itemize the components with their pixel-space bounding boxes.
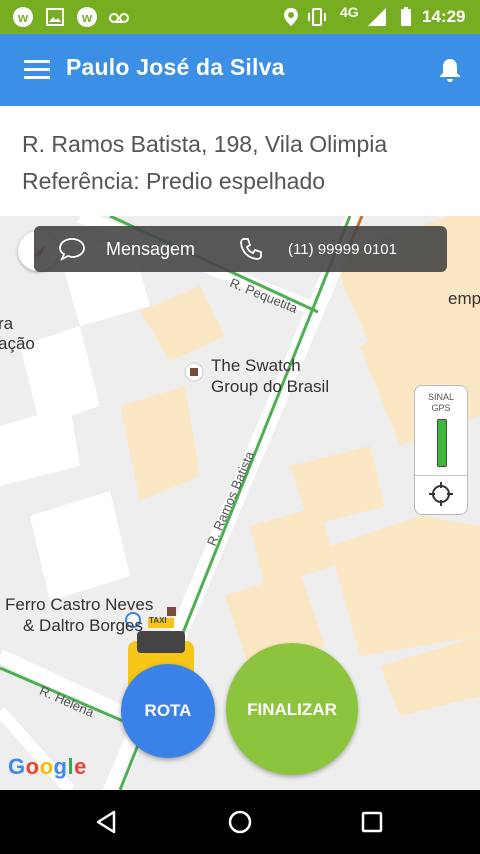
message-button[interactable]: Mensagem bbox=[106, 239, 195, 260]
app-bar: Paulo José da Silva bbox=[0, 34, 480, 106]
divider bbox=[415, 475, 467, 476]
passenger-name: Paulo José da Silva bbox=[66, 54, 285, 80]
route-button-label: ROTA bbox=[144, 701, 192, 720]
finish-button[interactable]: FINALIZAR bbox=[226, 643, 358, 775]
menu-icon[interactable] bbox=[24, 60, 50, 80]
image-icon bbox=[46, 8, 64, 26]
svg-text:w: w bbox=[81, 10, 93, 25]
place-label: The Swatch Group do Brasil bbox=[211, 356, 330, 396]
partial-label: ação bbox=[0, 334, 35, 353]
clock: 14:29 bbox=[422, 7, 466, 26]
battery-icon bbox=[401, 7, 411, 26]
address-panel: R. Ramos Batista, 198, Vila Olimpia Refe… bbox=[0, 106, 480, 216]
signal-icon bbox=[368, 8, 386, 26]
route-button[interactable]: ROTA bbox=[121, 664, 215, 758]
vibrate-icon bbox=[308, 8, 326, 26]
taxi-sign: TAXI bbox=[149, 616, 167, 625]
location-icon bbox=[284, 8, 298, 26]
contact-bar: Mensagem (11) 99999 0101 bbox=[34, 226, 447, 272]
waze-icon: w bbox=[13, 7, 33, 27]
home-icon[interactable] bbox=[224, 806, 256, 838]
navigation-bar bbox=[0, 790, 480, 854]
google-logo: Google bbox=[8, 754, 87, 779]
place-label: Ferro Castro Neves & Daltro Borges bbox=[5, 595, 154, 635]
pickup-reference: Referência: Predio espelhado bbox=[22, 168, 326, 194]
network-type: 4G bbox=[340, 4, 359, 20]
waze-icon: w bbox=[77, 7, 97, 27]
gps-label: SINAL GPS bbox=[427, 392, 454, 413]
gps-signal-bar bbox=[437, 419, 447, 467]
phone-icon[interactable] bbox=[238, 236, 264, 262]
finish-button-label: FINALIZAR bbox=[247, 700, 337, 719]
my-location-icon[interactable] bbox=[427, 480, 455, 508]
recents-icon[interactable] bbox=[356, 806, 388, 838]
gps-signal-panel: SINAL GPS bbox=[414, 385, 468, 515]
pickup-address: R. Ramos Batista, 198, Vila Olimpia bbox=[22, 131, 388, 157]
partial-label: ra bbox=[0, 314, 14, 333]
partial-label: emp bbox=[448, 289, 480, 308]
svg-text:w: w bbox=[17, 10, 29, 25]
voicemail-icon bbox=[109, 13, 129, 23]
back-icon[interactable] bbox=[92, 806, 124, 838]
status-bar: w w 4G 14:29 bbox=[0, 0, 480, 34]
bell-icon[interactable] bbox=[436, 56, 464, 84]
phone-number[interactable]: (11) 99999 0101 bbox=[288, 241, 397, 258]
chat-icon[interactable] bbox=[58, 237, 86, 261]
